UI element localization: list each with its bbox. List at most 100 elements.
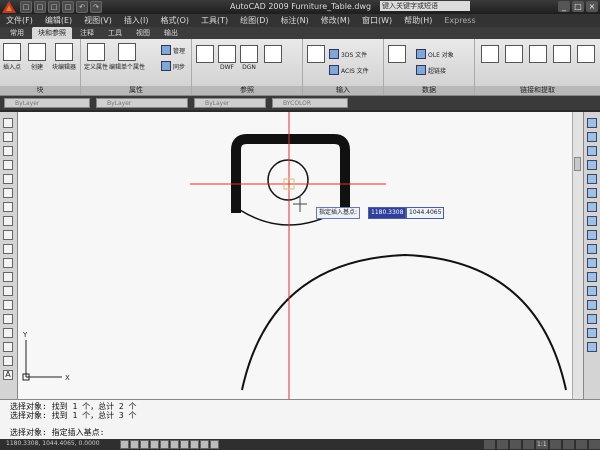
plotstyle-select[interactable]: BYCOLOR — [272, 98, 348, 108]
create-block-button[interactable]: 创建 — [28, 43, 46, 71]
import-acis-button[interactable]: ACIS 文件 — [329, 65, 369, 75]
close-button[interactable]: × — [586, 1, 598, 12]
make-block-tool-icon[interactable] — [3, 286, 13, 296]
osnap-toggle-icon[interactable] — [160, 440, 169, 449]
data-table-button[interactable] — [388, 45, 406, 64]
sync-attributes-button[interactable]: 同步 — [161, 61, 185, 71]
maximize-button[interactable]: □ — [572, 1, 584, 12]
scale-tool-icon[interactable] — [587, 216, 597, 226]
polar-toggle-icon[interactable] — [150, 440, 159, 449]
quick-new-icon[interactable]: □ — [20, 1, 32, 13]
dynamic-input-x[interactable]: 1180.3308 — [368, 207, 407, 219]
quick-print-icon[interactable]: □ — [62, 1, 74, 13]
ole-object-button[interactable]: OLE 对象 — [416, 49, 454, 59]
command-prompt-line[interactable]: 选择对象: 指定插入基点: — [10, 427, 104, 438]
hyperlink-button[interactable]: 超链接 — [416, 65, 446, 75]
quick-properties-toggle-icon[interactable] — [210, 440, 219, 449]
ortho-toggle-icon[interactable] — [140, 440, 149, 449]
snap-toggle-icon[interactable] — [120, 440, 129, 449]
erase-tool-icon[interactable] — [587, 118, 597, 128]
link-data-button[interactable] — [481, 45, 499, 64]
menu-window[interactable]: 窗口(W) — [356, 15, 398, 26]
workspace-icon[interactable] — [562, 440, 574, 449]
reference-manager-button[interactable] — [264, 45, 282, 64]
mirror-tool-icon[interactable] — [587, 146, 597, 156]
quick-redo-icon[interactable]: ↷ — [90, 1, 102, 13]
menu-edit[interactable]: 编辑(E) — [39, 15, 78, 26]
menu-file[interactable]: 文件(F) — [0, 15, 39, 26]
menu-insert[interactable]: 插入(I) — [118, 15, 155, 26]
polygon-tool-icon[interactable] — [3, 160, 13, 170]
gradient-tool-icon[interactable] — [3, 328, 13, 338]
menu-help[interactable]: 帮助(H) — [398, 15, 438, 26]
model-space-icon[interactable] — [484, 440, 495, 449]
minimize-button[interactable]: _ — [558, 1, 570, 12]
move-tool-icon[interactable] — [587, 188, 597, 198]
import-button[interactable] — [307, 45, 325, 64]
break-at-point-tool-icon[interactable] — [587, 272, 597, 282]
dgn-button[interactable]: DGN — [240, 45, 258, 71]
point-tool-icon[interactable] — [3, 300, 13, 310]
break-tool-icon[interactable] — [587, 286, 597, 296]
revision-cloud-tool-icon[interactable] — [3, 216, 13, 226]
line-tool-icon[interactable] — [3, 118, 13, 128]
scrollbar-thumb[interactable] — [574, 157, 581, 171]
upload-data-button[interactable] — [529, 45, 547, 64]
spline-tool-icon[interactable] — [3, 230, 13, 240]
zoom-icon[interactable] — [523, 440, 534, 449]
menu-format[interactable]: 格式(O) — [154, 15, 195, 26]
multiline-text-tool-icon[interactable]: A — [3, 370, 13, 380]
construction-line-tool-icon[interactable] — [3, 132, 13, 142]
polyline-tool-icon[interactable] — [3, 146, 13, 156]
insert-block-tool-icon[interactable] — [3, 272, 13, 282]
quick-open-icon[interactable]: □ — [34, 1, 46, 13]
quick-save-icon[interactable]: □ — [48, 1, 60, 13]
menu-tools[interactable]: 工具(T) — [195, 15, 234, 26]
tab-home[interactable]: 常用 — [4, 27, 30, 39]
quick-undo-icon[interactable]: ↶ — [76, 1, 88, 13]
color-select[interactable]: ByLayer — [4, 98, 90, 108]
lineweight-select[interactable]: ByLayer — [194, 98, 266, 108]
layout-icon[interactable] — [497, 440, 508, 449]
drawing-canvas[interactable]: Y X 指定插入基点: 1180.3308 1044.4065 — [18, 112, 572, 399]
dyn-toggle-icon[interactable] — [190, 440, 199, 449]
dwf-button[interactable]: DWF — [218, 45, 236, 71]
stretch-tool-icon[interactable] — [587, 230, 597, 240]
ducs-toggle-icon[interactable] — [180, 440, 189, 449]
lineweight-toggle-icon[interactable] — [200, 440, 209, 449]
menu-modify[interactable]: 修改(M) — [315, 15, 356, 26]
array-tool-icon[interactable] — [587, 174, 597, 184]
hatch-tool-icon[interactable] — [3, 314, 13, 324]
menu-express[interactable]: Express — [438, 16, 481, 25]
autocad-logo-icon[interactable] — [1, 0, 17, 14]
define-attribute-button[interactable]: 定义属性 — [84, 43, 108, 71]
annotation-visibility-icon[interactable] — [549, 440, 561, 449]
pan-icon[interactable] — [510, 440, 521, 449]
extract-data-button[interactable] — [505, 45, 523, 64]
grid-toggle-icon[interactable] — [130, 440, 139, 449]
fillet-tool-icon[interactable] — [587, 328, 597, 338]
clean-screen-icon[interactable] — [588, 440, 600, 449]
edit-single-attribute-button[interactable]: 编辑单个属性 — [109, 43, 145, 71]
tab-tools[interactable]: 工具 — [102, 27, 128, 39]
arc-tool-icon[interactable] — [3, 188, 13, 198]
chamfer-tool-icon[interactable] — [587, 314, 597, 324]
offset-tool-icon[interactable] — [587, 160, 597, 170]
table-tool-icon[interactable] — [3, 356, 13, 366]
insert-block-button[interactable]: 插入点 — [3, 43, 21, 71]
explode-tool-icon[interactable] — [587, 342, 597, 352]
rectangle-tool-icon[interactable] — [3, 174, 13, 184]
tab-view[interactable]: 视图 — [130, 27, 156, 39]
extend-tool-icon[interactable] — [587, 258, 597, 268]
attach-reference-button[interactable] — [196, 45, 214, 64]
linetype-select[interactable]: ByLayer — [96, 98, 188, 108]
menu-dimension[interactable]: 标注(N) — [275, 15, 315, 26]
ellipse-arc-tool-icon[interactable] — [3, 258, 13, 268]
trim-tool-icon[interactable] — [587, 244, 597, 254]
block-editor-button[interactable]: 块编辑器 — [52, 43, 76, 71]
refresh-data-button[interactable] — [577, 45, 595, 64]
import-3ds-button[interactable]: 3DS 文件 — [329, 49, 367, 59]
otrack-toggle-icon[interactable] — [170, 440, 179, 449]
rotate-tool-icon[interactable] — [587, 202, 597, 212]
menu-view[interactable]: 视图(V) — [78, 15, 118, 26]
